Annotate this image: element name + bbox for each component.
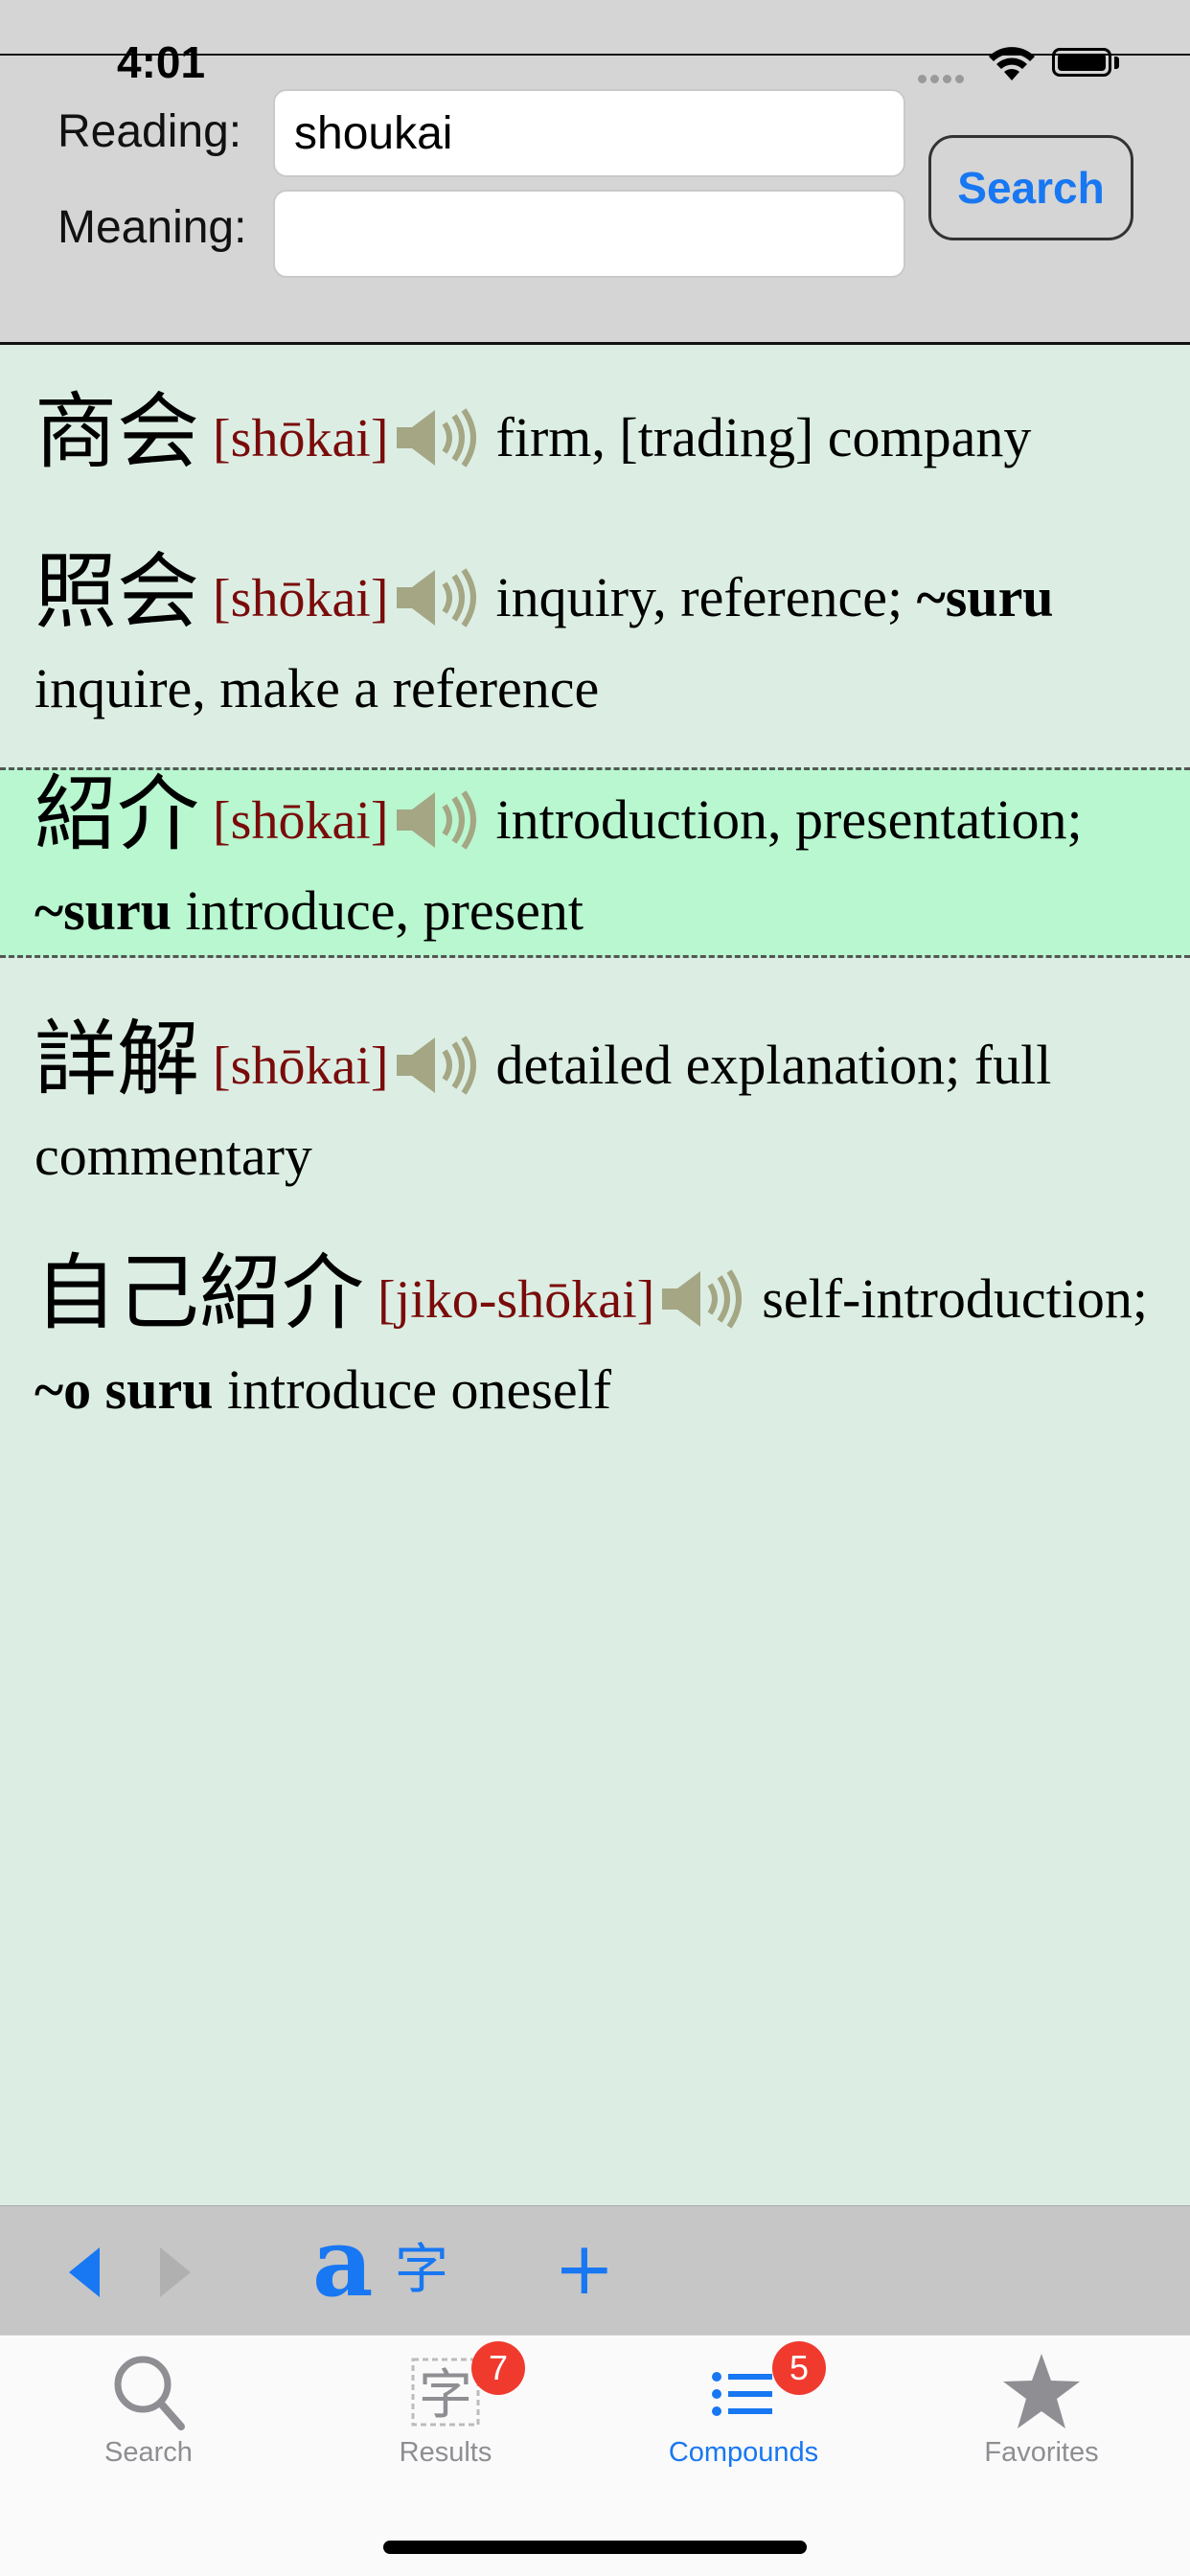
tab-label: Favorites	[984, 2437, 1099, 2468]
tab-label: Search	[104, 2437, 193, 2468]
entry-kanji: 紹介	[34, 766, 199, 862]
entry-gloss-continued: introduce oneself	[227, 1358, 612, 1421]
compound-entry[interactable]: 自己紹介 [jiko-shōkai] self-introduction; ~o s…	[0, 1249, 1190, 1434]
status-time: 4:01	[117, 37, 206, 87]
entry-grammar: ~o suru	[34, 1358, 214, 1421]
list-icon	[705, 2372, 782, 2436]
entry-kanji: 詳解	[34, 1012, 199, 1107]
speaker-icon[interactable]	[393, 408, 481, 467]
speaker-icon[interactable]	[393, 568, 481, 627]
battery-icon	[1052, 48, 1111, 77]
entry-reading: [shōkai]	[213, 409, 389, 468]
entry-reading: [shōkai]	[213, 569, 389, 628]
wifi-icon	[988, 46, 1036, 87]
tab-results[interactable]: 字 Results	[331, 2352, 561, 2469]
reading-input[interactable]	[273, 89, 905, 177]
tab-label: Compounds	[668, 2437, 819, 2468]
reading-label: Reading:	[57, 106, 242, 157]
romaji-toggle-button[interactable]: a	[312, 2217, 374, 2311]
results-badge: 7	[471, 2341, 525, 2395]
speaker-icon[interactable]	[658, 1269, 746, 1329]
forward-arrow-icon[interactable]	[158, 2247, 191, 2302]
compounds-badge: 5	[772, 2341, 826, 2395]
entry-reading: [shōkai]	[213, 791, 389, 851]
tab-label: Results	[399, 2437, 492, 2468]
compound-entry[interactable]: 照会 [shōkai] inquiry, reference; ~suru inqu…	[0, 548, 1190, 733]
kanji-toggle-button[interactable]: 字	[395, 2244, 448, 2297]
star-icon	[1001, 2354, 1082, 2436]
entry-gloss: introduction, presentation;	[495, 788, 1083, 851]
compound-entry[interactable]: 詳解 [shōkai] detailed explanation; full com…	[0, 1015, 1190, 1200]
search-button[interactable]: Search	[928, 135, 1133, 240]
entry-gloss: firm, [trading] company	[495, 406, 1032, 468]
meaning-label: Meaning:	[57, 202, 247, 253]
compound-entry[interactable]: 商会 [shōkai] firm, [trading] company	[0, 388, 1190, 484]
entry-kanji: 商会	[34, 384, 199, 480]
entry-gloss: self-introduction;	[762, 1267, 1148, 1330]
entry-gloss-continued: introduce, present	[185, 879, 584, 942]
compounds-list: 商会 [shōkai] firm, [trading] company 照会 [shō…	[0, 345, 1190, 2205]
speaker-icon[interactable]	[393, 1036, 481, 1095]
tab-search[interactable]: Search	[34, 2352, 263, 2469]
meaning-input[interactable]	[273, 190, 905, 278]
battery-tip	[1114, 57, 1119, 69]
entry-kanji: 自己紹介	[34, 1245, 364, 1341]
back-arrow-icon[interactable]	[69, 2247, 102, 2302]
search-icon	[110, 2356, 187, 2436]
entry-reading: [shōkai]	[213, 1037, 389, 1096]
entry-gloss: inquiry, reference;	[495, 566, 904, 628]
entry-grammar: ~suru	[34, 879, 172, 942]
home-indicator	[383, 2541, 807, 2554]
add-button[interactable]: +	[554, 2232, 615, 2305]
compound-entry-selected[interactable]: 紹介 [shōkai] introduction, presentation; ~s…	[0, 767, 1190, 958]
entry-gloss-continued: inquire, make a reference	[34, 657, 600, 719]
entry-grammar: ~suru	[916, 566, 1054, 628]
svg-text:字: 字	[419, 2364, 472, 2427]
entry-reading: [jiko-shōkai]	[378, 1270, 655, 1330]
entry-kanji: 照会	[34, 544, 199, 640]
tab-favorites[interactable]: Favorites	[927, 2352, 1156, 2469]
speaker-icon[interactable]	[393, 790, 481, 850]
kanji-results-icon: 字	[407, 2358, 484, 2436]
cellular-signal-icon	[918, 71, 968, 88]
